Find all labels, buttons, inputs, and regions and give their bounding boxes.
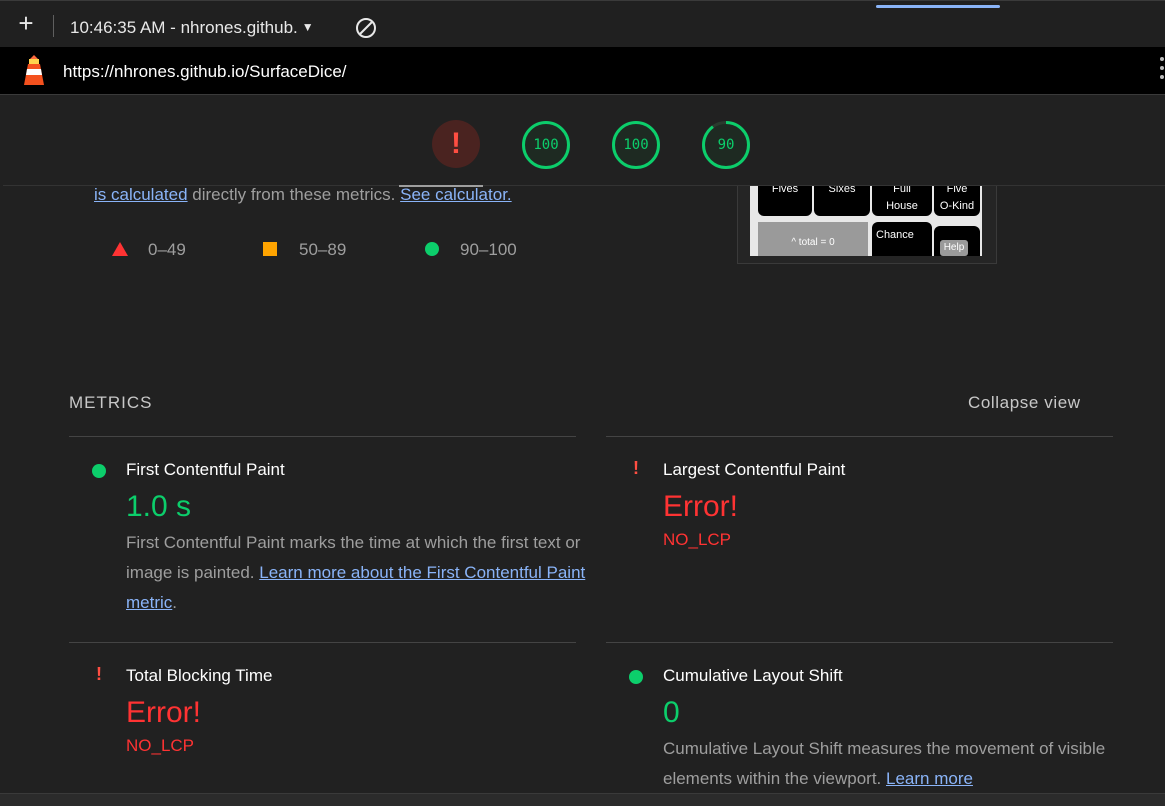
final-screenshot[interactable]: Fives Sixes Full House Five O-Kind ^ total… [737, 186, 997, 264]
triangle-icon [112, 242, 128, 256]
caret-down-icon: ▼ [301, 20, 314, 34]
toolbar-divider [53, 15, 54, 37]
legend-fail: 0–49 [112, 240, 186, 260]
metric-value: Error! [663, 490, 738, 523]
metric-largest-contentful-paint: ! Largest Contentful Paint Error! NO_LCP [633, 458, 1133, 550]
divider [69, 436, 576, 437]
underline-fragment [399, 185, 483, 187]
legend-average-range: 50–89 [299, 240, 347, 259]
thumb-five-o-kind: Five O-Kind [934, 186, 980, 216]
legend-fail-range: 0–49 [148, 240, 186, 259]
gauge-score: 100 [623, 137, 649, 153]
calc-text: directly from these metrics. [187, 185, 401, 204]
see-calculator-link[interactable]: See calculator. [400, 185, 512, 204]
active-tab-indicator [876, 5, 1000, 8]
gauge-score: 100 [533, 137, 559, 153]
report-selector[interactable]: 10:46:35 AM - nhrones.github. ▼ [70, 18, 314, 38]
pass-circle-icon [629, 670, 643, 684]
error-exclamation-icon: ! [96, 664, 102, 684]
legend-average: 50–89 [263, 240, 346, 260]
metric-value: 0 [663, 696, 680, 729]
page-url: https://nhrones.github.io/SurfaceDice/ [63, 62, 347, 81]
bottom-scrollbar[interactable] [0, 793, 1165, 806]
sticky-score-header: ! 100 100 90 [3, 96, 1165, 186]
accessibility-gauge[interactable]: 100 [521, 120, 571, 170]
screenshot-image: Fives Sixes Full House Five O-Kind ^ total… [750, 186, 982, 256]
seo-gauge[interactable]: 90 [701, 120, 751, 170]
metric-first-contentful-paint: First Contentful Paint 1.0 s First Conte… [92, 460, 596, 618]
metric-total-blocking-time: ! Total Blocking Time Error! NO_LCP [96, 664, 596, 756]
thumb-chance: Chance [872, 222, 932, 256]
pass-circle-icon [92, 464, 106, 478]
lighthouse-logo-icon [20, 53, 48, 87]
circle-slash-icon[interactable] [355, 17, 377, 39]
report-selector-label: 10:46:35 AM - nhrones.github. [70, 18, 298, 37]
divider [69, 642, 576, 643]
thumb-sixes: Sixes [814, 186, 870, 216]
report-url-bar: https://nhrones.github.io/SurfaceDice/ [0, 47, 1165, 95]
circle-icon [425, 242, 439, 256]
metric-name: Largest Contentful Paint [663, 460, 846, 479]
metric-value: Error! [126, 696, 201, 729]
metric-error-code: NO_LCP [126, 736, 195, 755]
gauge-score: 90 [717, 137, 735, 153]
learn-more-link[interactable]: Learn more [886, 769, 973, 788]
square-icon [263, 242, 277, 256]
score-calculation-text: is calculated directly from these metric… [94, 185, 512, 205]
error-mark-icon: ! [451, 127, 461, 160]
more-options-icon[interactable] [1160, 57, 1165, 85]
legend-pass-range: 90–100 [460, 240, 517, 259]
legend-pass: 90–100 [425, 240, 517, 260]
metric-name: Total Blocking Time [126, 666, 273, 685]
collapse-view-toggle[interactable]: Collapse view [968, 393, 1081, 413]
thumb-total: ^ total = 0 [758, 222, 868, 256]
metric-description: Cumulative Layout Shift measures the mov… [663, 739, 1106, 788]
metric-value: 1.0 s [126, 490, 192, 523]
divider [606, 436, 1113, 437]
thumb-help-cell: Help [934, 226, 980, 256]
thumb-help: Help [940, 240, 968, 256]
plus-icon[interactable]: + [14, 10, 38, 36]
metrics-title: METRICS [69, 393, 153, 412]
metric-name: First Contentful Paint [126, 460, 285, 479]
thumb-full-house: Full House [872, 186, 932, 216]
metric-error-code: NO_LCP [663, 530, 732, 549]
divider [606, 642, 1113, 643]
thumb-fives: Fives [758, 186, 812, 216]
devtools-toolbar: + 10:46:35 AM - nhrones.github. ▼ [0, 0, 1165, 47]
metric-cumulative-layout-shift: Cumulative Layout Shift 0 Cumulative Lay… [629, 666, 1133, 794]
metric-name: Cumulative Layout Shift [663, 666, 843, 685]
best-practices-gauge[interactable]: 100 [611, 120, 661, 170]
metric-description: First Contentful Paint marks the time at… [126, 533, 586, 612]
performance-gauge-error[interactable]: ! [432, 120, 482, 170]
error-exclamation-icon: ! [633, 458, 639, 478]
score-calculation-link[interactable]: is calculated [94, 185, 188, 204]
